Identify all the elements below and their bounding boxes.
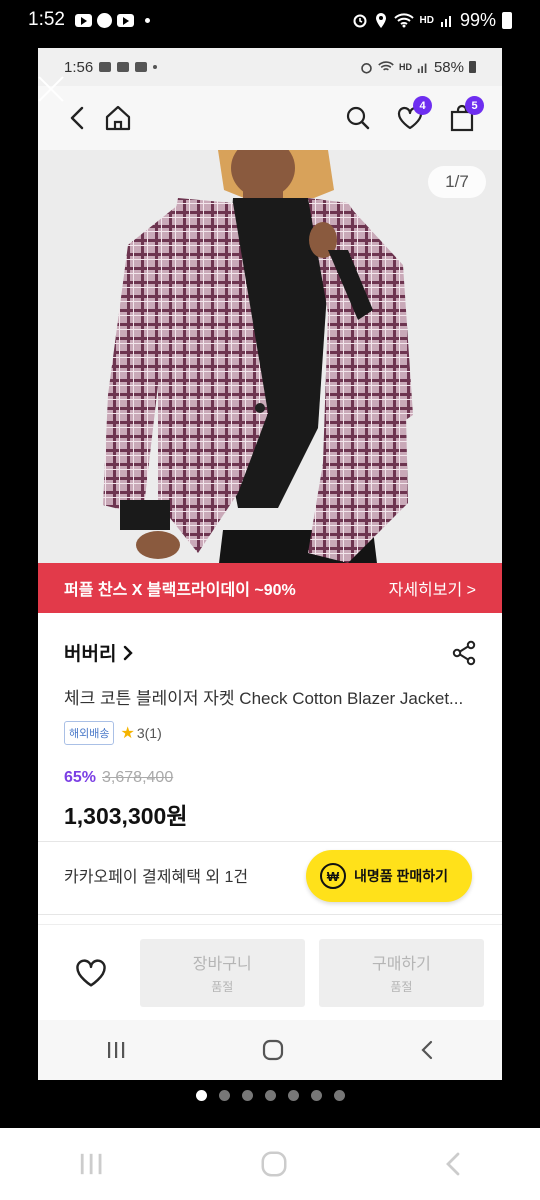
recent-apps-icon[interactable] (77, 1151, 105, 1177)
back-nav-icon[interactable] (419, 1039, 435, 1061)
buy-sold-out-label: 품절 (390, 980, 413, 994)
cart-sold-out-label: 품절 (211, 980, 234, 994)
back-button[interactable] (58, 98, 98, 138)
original-price: 3,678,400 (102, 769, 174, 786)
inner-battery-percent: 58% (433, 58, 464, 76)
discount-rate: 65% (64, 769, 97, 786)
cart-badge: 5 (465, 96, 484, 115)
star-icon: ★ (120, 725, 135, 742)
buy-now-button[interactable]: 구매하기 품절 (318, 938, 484, 1007)
wifi-icon (378, 61, 394, 71)
signal-icon (440, 16, 451, 27)
app-notification-icon (117, 62, 130, 72)
product-photo (38, 150, 502, 613)
inner-navigation-bar (38, 1020, 502, 1080)
page-dot[interactable] (287, 1090, 299, 1101)
alarm-icon (353, 14, 367, 28)
hd-voice-label: HD (398, 62, 412, 72)
app-notification-icon (96, 12, 112, 28)
page-dot[interactable] (218, 1090, 230, 1101)
page-dot[interactable] (241, 1090, 253, 1101)
wishlist-badge: 4 (413, 96, 432, 115)
sell-button-label: 내명품 판매하기 (354, 868, 449, 884)
system-navigation-bar (0, 1128, 540, 1200)
back-icon (70, 106, 84, 130)
inner-status-bar: 1:56 HD 58% (38, 48, 502, 86)
buy-button-label: 구매하기 (371, 956, 431, 973)
back-nav-icon[interactable] (443, 1150, 463, 1178)
chevron-right-icon[interactable] (122, 644, 134, 662)
home-nav-icon[interactable] (261, 1038, 285, 1062)
payment-benefit-text: 카카오페이 결제혜택 외 1건 (64, 869, 249, 886)
app-notification-icon-2 (135, 62, 148, 72)
recent-apps-icon[interactable] (105, 1040, 127, 1060)
cart-button[interactable]: 5 (442, 96, 484, 138)
app-screen: 1:56 HD 58% 4 5 1/7 퍼플 찬스 X 블랙프라이데이 ~90%… (38, 48, 502, 1080)
won-icon: ₩ (320, 863, 346, 889)
promo-banner[interactable]: 퍼플 찬스 X 블랙프라이데이 ~90% 자세히보기 > (38, 563, 502, 613)
product-info: 버버리 체크 코튼 블레이저 자켓 Check Cotton Blazer Ja… (38, 613, 502, 831)
image-counter: 1/7 (428, 166, 486, 198)
alarm-icon (361, 62, 372, 74)
more-notifications-dot (153, 65, 158, 69)
like-button[interactable] (56, 939, 126, 1007)
page-dot[interactable] (264, 1090, 276, 1101)
close-icon[interactable] (40, 76, 68, 104)
page-dot[interactable] (310, 1090, 322, 1101)
wishlist-button[interactable]: 4 (390, 96, 432, 138)
inner-status-time: 1:56 (64, 58, 94, 76)
heart-icon (76, 958, 106, 987)
product-image-carousel[interactable]: 1/7 퍼플 찬스 X 블랙프라이데이 ~90% 자세히보기 > (38, 150, 502, 613)
brand-name[interactable]: 버버리 (64, 639, 116, 666)
outer-status-bar: 1:52 HD 99% (0, 0, 540, 40)
promo-text: 퍼플 찬스 X 블랙프라이데이 ~90% (64, 582, 296, 599)
search-icon (346, 106, 370, 130)
gallery-notification-icon (99, 62, 112, 72)
sale-price: 1,303,300원 (64, 803, 188, 829)
outer-status-time: 1:52 (28, 9, 65, 30)
add-to-cart-button[interactable]: 장바구니 품절 (139, 938, 305, 1007)
rating-value: 3(1) (136, 725, 162, 741)
youtube-notification-icon (74, 13, 92, 27)
share-icon[interactable] (452, 640, 476, 666)
rating[interactable]: ★ 3(1) (120, 723, 161, 743)
search-button[interactable] (338, 98, 378, 138)
signal-icon (417, 63, 427, 73)
bottom-action-bar: 장바구니 품절 구매하기 품절 (38, 924, 502, 1020)
cart-button-label: 장바구니 (192, 956, 252, 973)
app-header: 4 5 (38, 86, 502, 150)
home-nav-icon[interactable] (259, 1149, 289, 1179)
location-icon (375, 12, 386, 28)
wifi-icon (393, 12, 414, 27)
page-dot-active[interactable] (195, 1090, 207, 1101)
promo-more-link[interactable]: 자세히보기 > (389, 576, 476, 600)
hd-voice-label: HD (419, 14, 434, 26)
divider (38, 914, 502, 915)
youtube-notification-icon-2 (116, 13, 134, 27)
sell-my-luxury-button[interactable]: ₩ 내명품 판매하기 (306, 850, 472, 902)
page-indicator (0, 1090, 540, 1101)
overseas-shipping-tag: 해외배송 (64, 721, 115, 745)
more-notifications-dot (144, 17, 150, 23)
battery-icon (469, 61, 476, 73)
page-dot[interactable] (333, 1090, 345, 1101)
home-icon (105, 105, 131, 131)
battery-icon (502, 11, 512, 29)
product-name: 체크 코튼 블레이저 자켓 Check Cotton Blazer Jacket… (64, 689, 464, 708)
outer-battery-percent: 99% (459, 9, 496, 30)
home-button[interactable] (98, 98, 138, 138)
